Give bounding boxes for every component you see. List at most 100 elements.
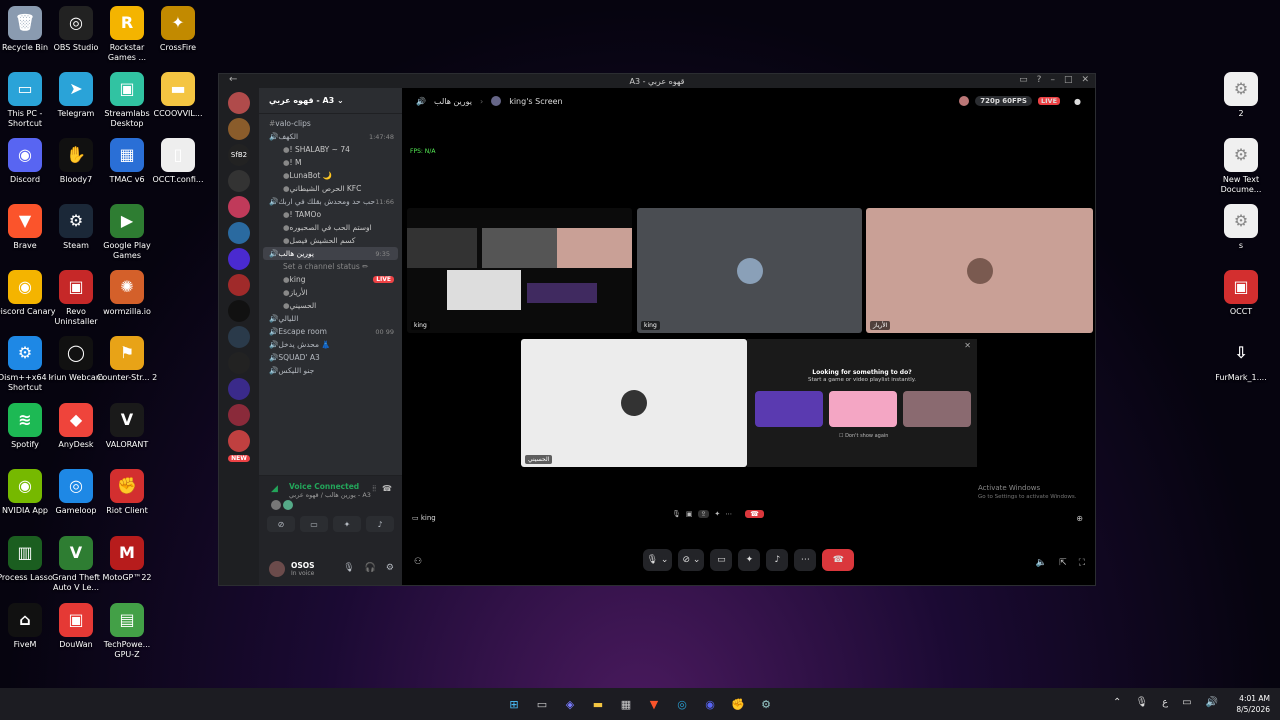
voice-user[interactable]: ● ! TAMOo [259, 208, 402, 221]
invite-icon[interactable]: ⚇ [414, 557, 422, 567]
desktop-icon[interactable]: ⚙ New Text Docume... [1210, 138, 1272, 195]
voice-channel[interactable]: 🔊 حب حد ومحدش بقلك في اربك 11:66 [259, 195, 402, 208]
share-icon[interactable]: ⇪ [697, 510, 710, 518]
screen-share-button[interactable]: ▭ [710, 549, 733, 571]
back-arrow-icon[interactable]: ← [229, 74, 237, 85]
camera-off-icon[interactable]: ⊘ [267, 516, 295, 532]
quality-badge[interactable]: 720p 60FPS [975, 96, 1032, 106]
desktop-icon[interactable]: V VALORANT [96, 403, 158, 450]
desktop-icon[interactable]: ✺ wormzilla.io [96, 270, 158, 317]
voice-channel[interactable]: 🔊 يورين هالب 9:35 [263, 247, 398, 260]
copilot-icon[interactable]: ◈ [561, 695, 579, 713]
language-indicator[interactable]: ع [1162, 697, 1168, 708]
help-icon[interactable]: ? [1037, 75, 1042, 85]
server-icon[interactable] [228, 404, 250, 426]
chevron-up-icon[interactable]: ⌃ [1113, 697, 1121, 708]
dont-show-checkbox[interactable]: ☐ Don't show again [839, 433, 888, 439]
stream-tile[interactable]: king [407, 208, 632, 333]
server-icon[interactable] [228, 274, 250, 296]
activities-button[interactable]: ✦ [738, 549, 761, 571]
voice-user[interactable]: ● الحسيني [259, 299, 402, 312]
desktop-icon[interactable]: ⚙ 2 [1210, 72, 1272, 119]
microphone-icon[interactable]: 🎙 [672, 510, 681, 518]
task-view-icon[interactable]: ▭ [533, 695, 551, 713]
minimize-button[interactable]: – [1050, 75, 1055, 85]
gear-icon[interactable]: ⚙ [386, 563, 394, 573]
voice-user[interactable]: ● الحرص الشيطاني KFC [259, 182, 402, 195]
desktop-icon[interactable]: ▯ OCCT.confi... [147, 138, 209, 185]
inbox-icon[interactable]: ▭ [1019, 75, 1028, 85]
desktop-icon[interactable]: ▬ CCOOVVIL... [147, 72, 209, 119]
stream-tile[interactable]: الأرياز [866, 208, 1093, 333]
soundboard-button[interactable]: ♪ [766, 549, 789, 571]
camera-icon[interactable]: ▣ [686, 510, 693, 518]
noise-icon[interactable]: ⦙⦙ [372, 484, 376, 494]
end-call-button[interactable]: ☎ [745, 510, 764, 518]
server-icon[interactable]: SfB2 [228, 144, 250, 166]
server-icon[interactable] [228, 248, 250, 270]
server-icon[interactable] [228, 300, 250, 322]
camera-off-button[interactable]: ⊘ ⌄ [678, 549, 705, 571]
activities-icon[interactable]: ✦ [333, 516, 361, 532]
network-icon[interactable]: ▭ [1182, 697, 1191, 708]
voice-user[interactable]: ● ! M [259, 156, 402, 169]
desktop-icon[interactable]: ⚙ s [1210, 204, 1272, 251]
server-icon[interactable] [228, 352, 250, 374]
stream-tile[interactable]: الحسيني [521, 339, 747, 467]
voice-user[interactable]: ● ! SHALABY ~ 74 [259, 143, 402, 156]
more-button[interactable]: ⋯ [794, 549, 817, 571]
file-explorer-icon[interactable]: ▬ [589, 695, 607, 713]
stream-tile[interactable]: king [637, 208, 862, 333]
voice-channel[interactable]: 🔊 جنو الليكس [259, 364, 402, 377]
browser-icon[interactable]: ◎ [673, 695, 691, 713]
desktop-icon[interactable]: ⚑ Counter-Str... 2 [96, 336, 158, 383]
activity-thumbnail[interactable] [903, 391, 971, 427]
more-icon[interactable]: ⋯ [725, 510, 732, 518]
activity-icon[interactable]: ✦ [714, 510, 720, 518]
start-icon[interactable]: ⊞ [505, 695, 523, 713]
soundboard-icon[interactable]: ♪ [366, 516, 394, 532]
microphone-button[interactable]: 🎙 ⌄ [642, 549, 673, 571]
close-button[interactable]: ✕ [1081, 75, 1089, 85]
server-icon[interactable] [228, 170, 250, 192]
voice-user[interactable]: ● king LIVE [259, 273, 402, 286]
maximize-button[interactable]: □ [1064, 75, 1073, 85]
screen-share-icon[interactable]: ▭ [300, 516, 328, 532]
fullscreen-icon[interactable]: ⛶ [1079, 558, 1085, 568]
desktop-icon[interactable]: ✊ Riot Client [96, 469, 158, 516]
server-icon[interactable] [228, 378, 250, 400]
voice-user[interactable]: ● كسم الحشيش فيصل [259, 234, 402, 247]
activity-thumbnail[interactable] [829, 391, 897, 427]
server-icon[interactable] [228, 326, 250, 348]
discord-icon[interactable]: ◉ [701, 695, 719, 713]
server-name[interactable]: قهوه عربي - A3 ⌄ ⚇ [259, 88, 434, 114]
desktop-icon[interactable]: ▶ Google Play Games [96, 204, 158, 261]
desktop-icon[interactable]: ▣ OCCT [1210, 270, 1272, 317]
headphones-icon[interactable]: 🎧 [365, 563, 376, 573]
voice-channel[interactable]: 🔊 محدش يدخل 👗 [259, 338, 402, 351]
text-channel[interactable]: # valo-clips [259, 117, 402, 130]
server-icon[interactable] [228, 118, 250, 140]
server-icon[interactable] [228, 196, 250, 218]
clock[interactable]: 4:01 AM 8/5/2026 [1236, 693, 1270, 715]
store-icon[interactable]: ▦ [617, 695, 635, 713]
desktop-icon[interactable]: ▤ TechPowe... GPU-Z [96, 603, 158, 660]
voice-user[interactable]: ● الأرياز [259, 286, 402, 299]
voice-channel[interactable]: 🔊 الليالي [259, 312, 402, 325]
popout-icon[interactable]: ⇱ [1059, 558, 1067, 568]
voice-user[interactable]: ● LunaBot 🌙 [259, 169, 402, 182]
server-icon[interactable] [228, 430, 250, 452]
riot-icon[interactable]: ✊ [729, 695, 747, 713]
steam-icon[interactable]: ⚙ [757, 695, 775, 713]
leave-call-button[interactable]: ☎ [822, 549, 855, 571]
server-icon[interactable] [228, 222, 250, 244]
desktop-icon[interactable]: ✦ CrossFire [147, 6, 209, 53]
desktop-icon[interactable]: ⇩ FurMark_1.... [1210, 336, 1272, 383]
voice-channel[interactable]: 🔊 Escape room 00 99 [259, 325, 402, 338]
avatar[interactable] [269, 561, 285, 577]
zoom-icon[interactable]: ⊕ [1076, 514, 1083, 523]
volume-icon[interactable]: 🔊 [1206, 697, 1218, 708]
channel-status[interactable]: Set a channel status ✏ [259, 260, 402, 273]
close-icon[interactable]: ✕ [964, 341, 971, 350]
microphone-icon[interactable]: 🎙 [343, 563, 354, 573]
